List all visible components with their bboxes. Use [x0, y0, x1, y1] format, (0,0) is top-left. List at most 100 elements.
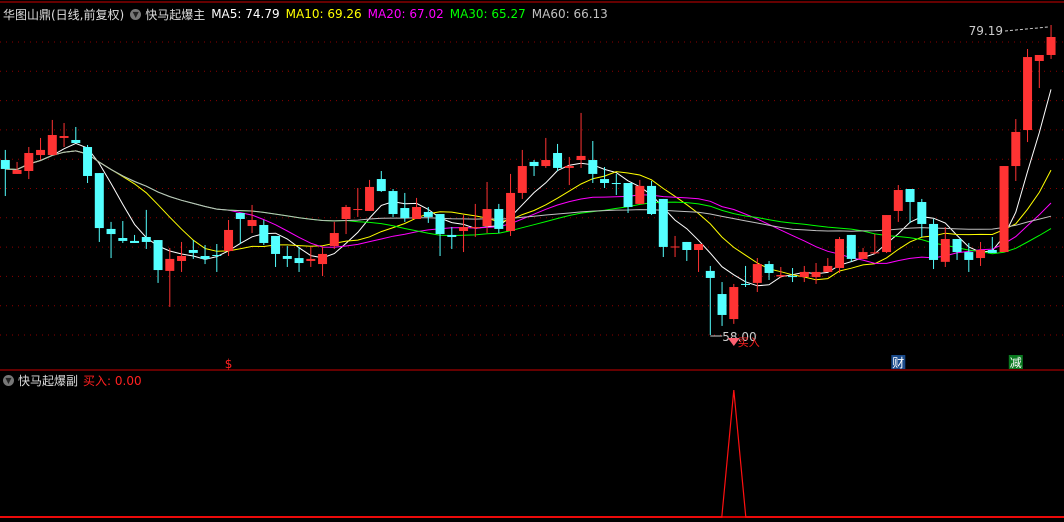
high-arrow-icon [1004, 26, 1049, 32]
candle [917, 198, 927, 237]
candle [564, 156, 574, 186]
candle-body [130, 240, 140, 243]
candle-body [12, 169, 22, 174]
candle-body [1023, 57, 1033, 131]
candle-body [36, 149, 46, 156]
candle-body [353, 209, 363, 211]
candle [588, 141, 598, 183]
candle [635, 179, 645, 204]
candle [165, 247, 175, 307]
candle [506, 173, 516, 236]
candle-body [494, 209, 504, 229]
candle [553, 143, 563, 172]
chevron-down-icon[interactable]: ▼ [3, 374, 14, 386]
candle [1046, 25, 1056, 59]
candle-body [788, 276, 798, 278]
candle [412, 197, 422, 219]
stock-title: 华图山鼎(日线,前复权) [3, 7, 125, 22]
candle [741, 265, 751, 288]
candle-body [306, 258, 316, 261]
main-indicator-name[interactable]: 快马起爆主 [145, 6, 205, 23]
candle-body [318, 253, 328, 265]
candle-body [576, 155, 586, 161]
candlestick-chart[interactable]: 79.1958.00买入$ 财减 [0, 0, 1064, 522]
candle-body [846, 234, 856, 259]
candle [235, 212, 245, 245]
candle [999, 166, 1009, 253]
candle [423, 206, 433, 223]
candle-body [212, 254, 222, 257]
candle-body [776, 275, 786, 277]
candle [976, 241, 986, 266]
candle [177, 241, 187, 272]
candle [141, 209, 151, 249]
candle [153, 240, 163, 283]
candle-body [188, 250, 198, 253]
sub-chart-header: ▼ 快马起爆副 买入: 0.00 [3, 372, 147, 388]
chevron-down-icon[interactable]: ▼ [130, 8, 142, 20]
candle [47, 119, 57, 156]
candle-body [564, 166, 574, 168]
candle [987, 236, 997, 253]
candle [858, 247, 868, 259]
candle-body [423, 211, 433, 217]
candle-body [94, 173, 104, 229]
candle-body [752, 264, 762, 283]
candle-body [964, 252, 974, 260]
candle [447, 227, 457, 249]
candle [764, 260, 774, 280]
candle [83, 144, 93, 183]
candle-body [835, 239, 845, 268]
buy-value-label: 买入: 0.00 [83, 373, 142, 388]
candle-body [541, 160, 551, 167]
candle [929, 218, 939, 270]
candle [118, 221, 128, 243]
candle [36, 137, 46, 161]
candle [952, 239, 962, 260]
candle [1011, 119, 1021, 181]
buy-signal-line [0, 389, 1064, 518]
candle [811, 263, 821, 284]
candle-body [247, 220, 257, 227]
candle [271, 235, 281, 267]
candle [400, 192, 410, 222]
candle-body [517, 166, 527, 193]
candle [964, 242, 974, 272]
candle-body [106, 228, 116, 235]
candle [799, 265, 809, 283]
candle-body [705, 270, 715, 278]
candle [24, 147, 34, 180]
candle-body [83, 147, 93, 176]
candle-body [670, 246, 680, 248]
candle [1034, 54, 1044, 89]
candle-body [905, 188, 915, 203]
candle-body [870, 252, 880, 254]
candle [529, 160, 539, 176]
candle-body [635, 185, 645, 204]
candle [682, 241, 692, 261]
candle [623, 182, 633, 213]
candle [247, 204, 257, 234]
ma5-label: MA5: 74.79 [211, 7, 280, 21]
jian-marker: 减 [1010, 356, 1022, 370]
candle [376, 171, 386, 192]
candle-body [118, 238, 128, 241]
candle-body [940, 239, 950, 262]
candle-body [882, 215, 892, 253]
candle-body [459, 227, 469, 231]
candle [106, 221, 116, 259]
candle-body [224, 229, 234, 252]
candle-body [470, 227, 480, 229]
candle [482, 181, 492, 234]
candle-body [929, 223, 939, 260]
cai-marker: 财 [892, 356, 904, 370]
high-price-label: 79.19 [969, 24, 1003, 38]
candle [694, 244, 704, 272]
candle [130, 234, 140, 243]
candle [294, 246, 304, 272]
candle [306, 246, 316, 267]
candle [893, 185, 903, 222]
candle-body [600, 179, 610, 183]
candle-body [952, 239, 962, 253]
sub-indicator-name[interactable]: 快马起爆副 [18, 372, 78, 389]
